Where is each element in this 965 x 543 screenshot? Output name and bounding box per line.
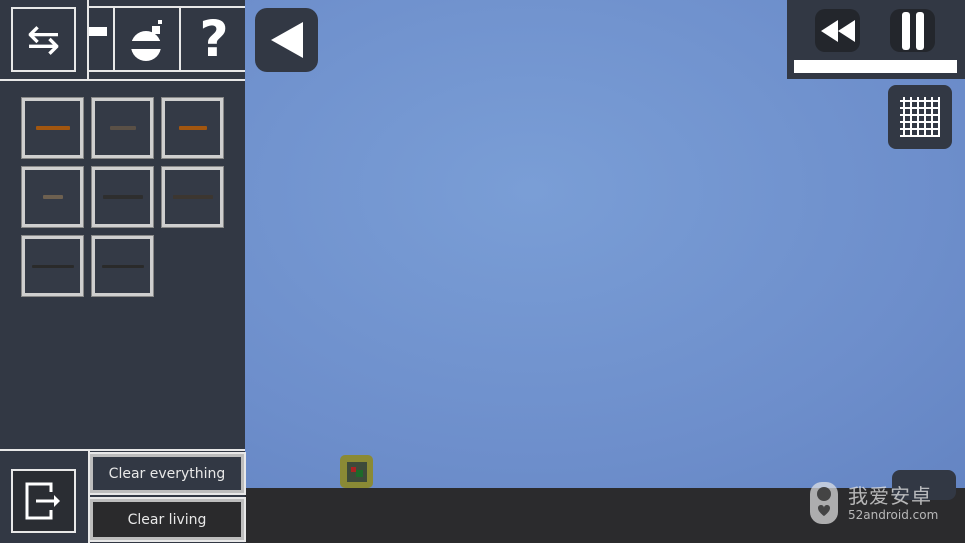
category-tab-help[interactable]: ? <box>183 8 245 70</box>
time-progress-bar[interactable] <box>794 60 957 73</box>
watermark-title: 我爱安卓 <box>848 484 932 508</box>
exit-door-icon <box>25 482 60 520</box>
sidebar-panel: ⇆ ? Clear everything Clear living <box>0 0 246 543</box>
divider <box>0 449 245 451</box>
partial-arrow-icon <box>89 26 107 36</box>
divider <box>0 79 245 81</box>
watermark-site: 52android.com <box>848 508 939 522</box>
divider <box>89 70 245 72</box>
exit-button[interactable] <box>11 469 76 533</box>
grid-toggle-button[interactable] <box>888 85 952 149</box>
watermark-logo-icon <box>810 482 838 524</box>
inventory-item-shotgun[interactable] <box>91 166 154 228</box>
pause-button[interactable] <box>890 9 935 52</box>
inventory-grid <box>21 97 224 297</box>
inventory-item-assault-rifle[interactable] <box>161 166 224 228</box>
inventory-item-submachine-gun[interactable] <box>91 97 154 159</box>
swap-arrows-icon: ⇆ <box>26 16 61 63</box>
inventory-item-sniper-rifle[interactable] <box>21 235 84 297</box>
bomb-icon <box>131 20 162 61</box>
category-tab-explosives[interactable] <box>117 8 181 70</box>
time-controls-panel <box>787 0 965 79</box>
rewind-button[interactable] <box>815 9 860 52</box>
clear-living-button[interactable]: Clear living <box>88 497 246 542</box>
inventory-item-small-rifle[interactable] <box>21 166 84 228</box>
grid-icon <box>900 97 940 137</box>
clear-everything-button[interactable]: Clear everything <box>88 452 246 495</box>
back-button[interactable] <box>255 8 318 72</box>
category-tab-partial[interactable] <box>89 8 115 70</box>
rewind-icon <box>820 19 855 42</box>
inventory-item-pistol[interactable] <box>21 97 84 159</box>
help-icon: ? <box>199 10 229 68</box>
back-triangle-icon <box>270 22 303 58</box>
pause-icon <box>901 11 924 50</box>
inventory-item-long-rifle[interactable] <box>91 235 154 297</box>
inventory-item-flare-gun[interactable] <box>161 97 224 159</box>
world-object[interactable] <box>340 455 373 488</box>
watermark: 我爱安卓 52android.com <box>808 476 958 526</box>
swap-button[interactable]: ⇆ <box>11 7 76 72</box>
